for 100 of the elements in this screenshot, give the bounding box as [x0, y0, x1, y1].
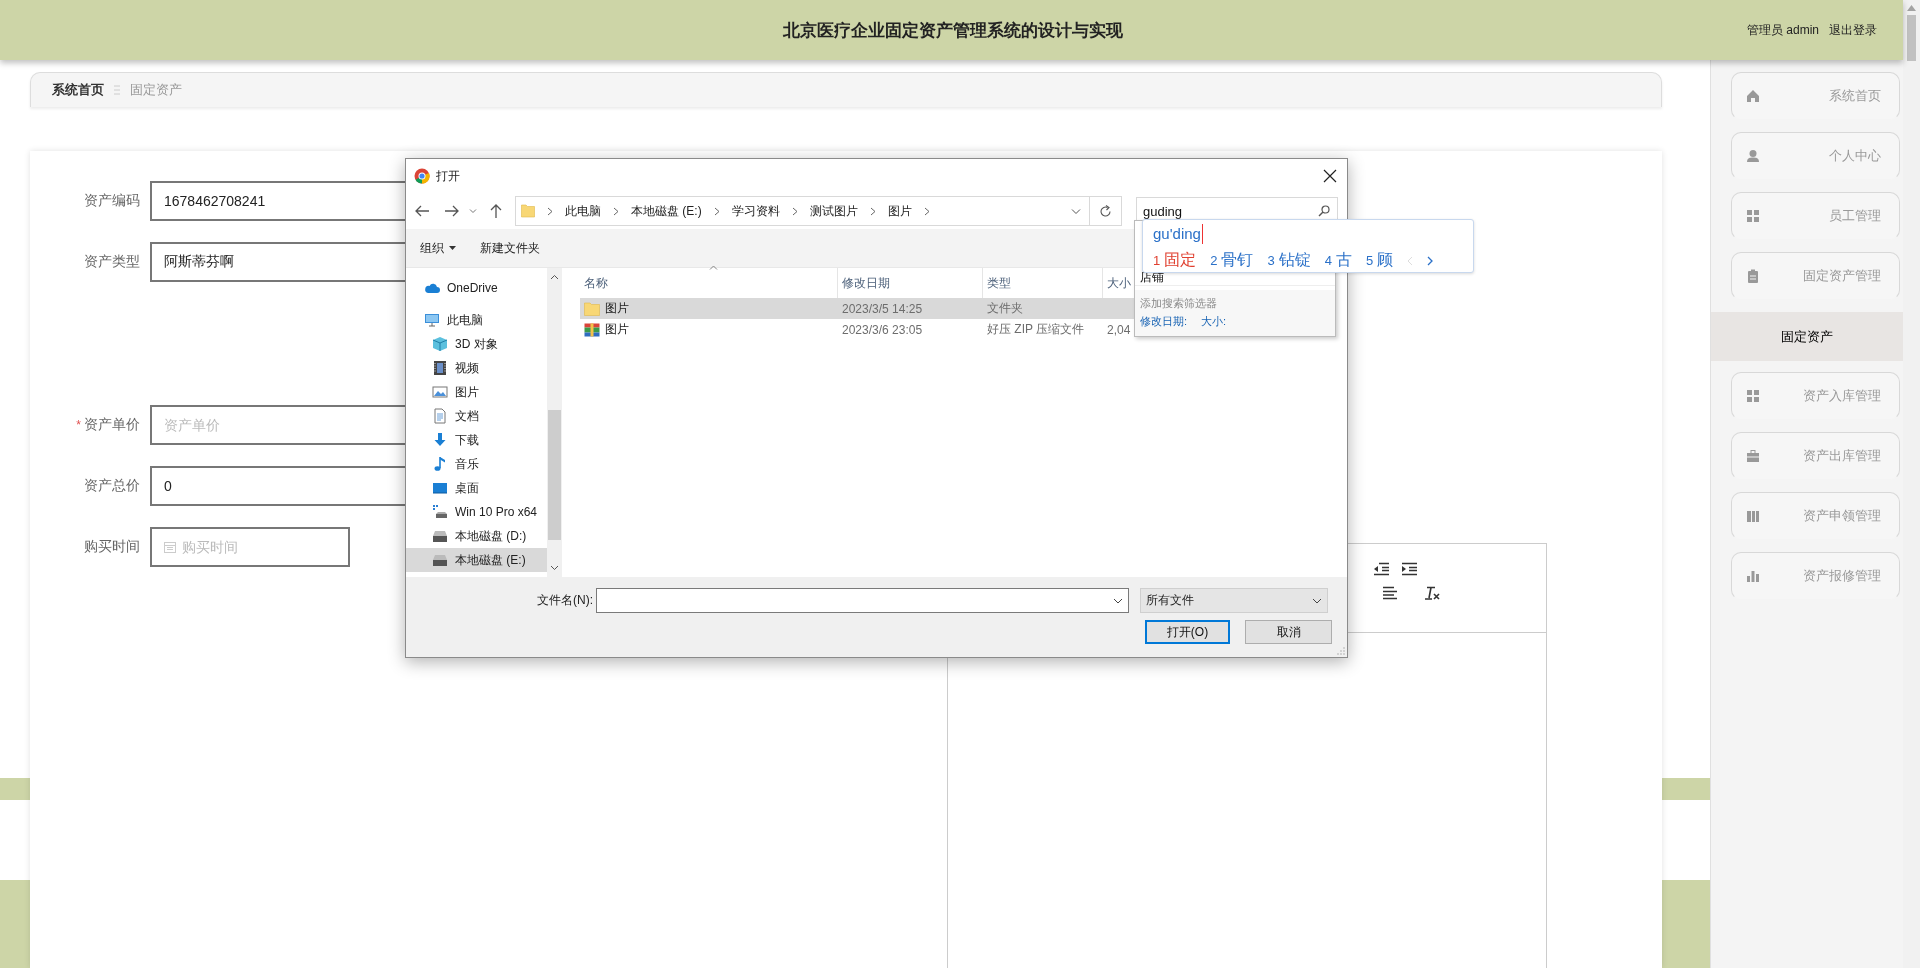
ime-candidate[interactable]: 1 固定 [1153, 250, 1197, 271]
browser-logo-icon [414, 168, 430, 184]
nav-item-icon [432, 504, 448, 520]
refresh-button[interactable] [1090, 196, 1122, 226]
dialog-button[interactable]: 取消 [1245, 620, 1332, 644]
nav-item-icon [432, 360, 448, 376]
folder-icon [584, 301, 600, 316]
forward-arrow-icon[interactable] [444, 203, 460, 219]
sidebar-item-icon [1746, 389, 1760, 403]
ime-candidate[interactable]: 5 顾 [1365, 250, 1394, 271]
file-date: 2023/3/6 23:05 [841, 322, 924, 337]
chevron-right-icon[interactable] [1427, 255, 1434, 266]
address-bar[interactable]: 此电脑 本地磁盘 (E:) 学习资料 测试图片 图片 [515, 196, 1090, 226]
field-label: 资产总价 [84, 477, 140, 495]
sidebar-item-icon [1746, 269, 1760, 283]
toolbar-button[interactable]: 新建文件夹 [480, 237, 540, 259]
up-arrow-icon[interactable] [488, 203, 504, 219]
close-icon[interactable] [1323, 169, 1337, 183]
filter-link[interactable]: 修改日期: [1140, 313, 1188, 329]
clear-format-icon[interactable] [1424, 586, 1440, 600]
sidebar-item-icon [1746, 569, 1760, 583]
nav-item-icon [432, 528, 448, 544]
path-segment[interactable]: 图片 [887, 202, 912, 220]
sidebar-item-icon [1746, 89, 1760, 103]
nav-tree-item[interactable]: 音乐 [406, 452, 547, 476]
file-size: 2,04 [1106, 322, 1132, 337]
file-name: 图片 [605, 321, 629, 338]
filter-hint: 添加搜索筛选器 [1140, 296, 1218, 311]
back-arrow-icon[interactable] [414, 203, 430, 219]
nav-tree-item[interactable]: 视频 [406, 356, 547, 380]
indent-icon[interactable] [1401, 562, 1417, 576]
toolbar-button[interactable]: 组织 [420, 237, 456, 259]
archive-icon [584, 322, 600, 337]
file-type: 文件夹 [986, 300, 1024, 317]
filename-field[interactable] [596, 588, 1129, 613]
nav-item-icon [432, 384, 448, 400]
field-label: 资产编码 [84, 192, 140, 210]
chevron-right-icon [869, 206, 876, 216]
nav-tree-item[interactable]: 此电脑 [406, 308, 547, 332]
required-mark: * [76, 418, 81, 432]
filter-link[interactable]: 大小: [1201, 313, 1227, 329]
field-label: 资产单价 [84, 416, 140, 434]
path-segment[interactable]: 本地磁盘 (E:) [631, 202, 702, 220]
scrollbar-thumb[interactable] [1907, 15, 1916, 61]
nav-tree-item[interactable]: 图片 [406, 380, 547, 404]
breadcrumb-link[interactable]: 系统首页 [52, 81, 104, 99]
ime-candidate[interactable]: 4 古 [1324, 250, 1352, 271]
nav-tree-item[interactable]: 下载 [406, 428, 547, 452]
date-field[interactable]: 购买时间 [150, 527, 350, 567]
dialog-title: 打开 [436, 167, 461, 185]
path-segment[interactable]: 测试图片 [809, 202, 858, 220]
path-segment[interactable]: 此电脑 [565, 202, 601, 220]
caret-icon [1113, 597, 1123, 604]
nav-tree-item[interactable]: 本地磁盘 (D:) [406, 524, 547, 548]
align-left-icon[interactable] [1382, 586, 1398, 600]
dialog-button[interactable]: 打开(O) [1145, 620, 1230, 644]
search-icon[interactable] [1318, 205, 1330, 217]
nav-item-icon [432, 408, 448, 424]
file-date: 2023/3/5 14:25 [841, 301, 924, 316]
filename-label: 文件名(N): [536, 592, 594, 609]
file-type-dropdown[interactable]: 所有文件 [1140, 588, 1328, 613]
outdent-icon[interactable] [1373, 562, 1389, 576]
user-label: 管理员 admin [1746, 21, 1819, 39]
path-segment[interactable]: 学习资料 [731, 202, 780, 220]
folder-icon [521, 203, 535, 219]
scrollbar[interactable] [547, 268, 562, 577]
chevron-right-icon [791, 206, 798, 216]
nav-item-icon [432, 552, 448, 568]
calendar-icon [164, 541, 176, 553]
nav-tree-item[interactable]: 桌面 [406, 476, 547, 500]
nav-item-icon [432, 480, 448, 496]
sidebar-item-icon [1746, 149, 1760, 163]
logout-link[interactable]: 退出登录 [1829, 21, 1877, 39]
file-name: 图片 [605, 300, 629, 317]
scrollbar[interactable] [1903, 0, 1920, 968]
nav-tree-item[interactable]: 本地磁盘 (E:) [406, 548, 547, 572]
field-label: 购买时间 [84, 538, 140, 556]
caret-icon [1312, 597, 1322, 604]
nav-item-icon [432, 432, 448, 448]
sidebar-item-icon [1746, 509, 1760, 523]
refresh-icon [1099, 204, 1112, 218]
field-label: 资产类型 [84, 253, 140, 271]
file-row[interactable]: 图片 2023/3/6 23:05 好压 ZIP 压缩文件 2,04 [580, 319, 1134, 340]
nav-tree-item[interactable]: Win 10 Pro x64 [406, 500, 547, 524]
file-type: 好压 ZIP 压缩文件 [986, 321, 1086, 338]
ime-candidate[interactable]: 3 钻锭 [1267, 250, 1311, 271]
nav-tree-item[interactable]: 文档 [406, 404, 547, 428]
nav-tree-item[interactable]: OneDrive [406, 276, 547, 300]
sidebar-submenu-item[interactable]: 固定资产 [1711, 312, 1903, 361]
ime-candidate[interactable]: 2 骨钉 [1210, 250, 1254, 271]
ime-composition: gu'ding [1153, 224, 1203, 244]
chevron-right-icon [713, 206, 720, 216]
nav-item-icon [424, 312, 440, 328]
sidebar-item-icon [1746, 209, 1760, 223]
file-row[interactable]: 图片 2023/3/5 14:25 文件夹 [580, 298, 1134, 319]
nav-tree-item[interactable]: 3D 对象 [406, 332, 547, 356]
scrollbar-thumb[interactable] [548, 410, 561, 540]
sidebar-item-icon [1746, 449, 1760, 463]
app-title: 北京医疗企业固定资产管理系统的设计与实现 [782, 19, 1125, 42]
chevron-right-icon [613, 206, 619, 216]
